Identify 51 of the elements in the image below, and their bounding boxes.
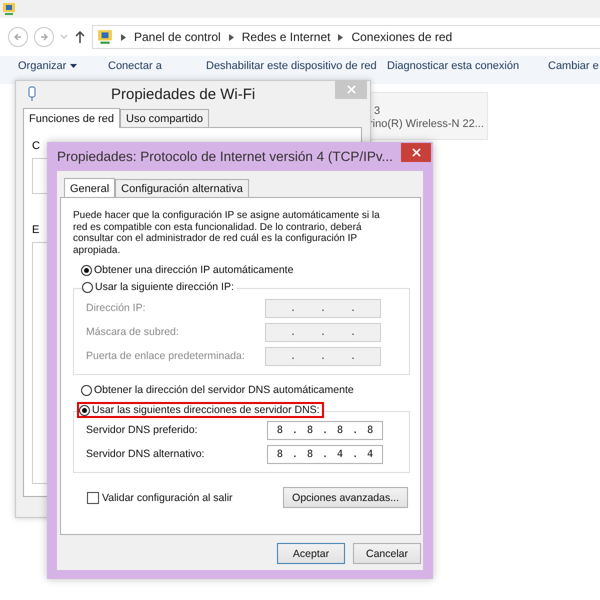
ip-address-field[interactable]: 8 . 8 . 4 . 4 — [267, 444, 383, 464]
close-icon — [412, 148, 420, 157]
toolbar-button[interactable]: Deshabilitar este dispositivo de red — [206, 60, 377, 72]
dropdown-caret-icon[interactable] — [60, 34, 68, 40]
radio-button[interactable]: Obtener una dirección IP automáticamente — [81, 264, 296, 276]
ok-button[interactable]: Aceptar — [277, 543, 345, 564]
toolbar-button[interactable]: Conectar a — [108, 60, 162, 72]
left-arrow-icon — [13, 32, 23, 42]
cancel-button[interactable]: Cancelar — [353, 543, 421, 564]
tab[interactable]: General — [64, 178, 116, 198]
chevron-icon — [338, 34, 344, 40]
tab[interactable]: Uso compartido — [120, 109, 210, 128]
radio-button[interactable]: Usar la siguiente dirección IP: — [82, 281, 236, 293]
toolbar-button[interactable]: Diagnosticar esta conexión — [387, 60, 520, 72]
breadcrumb-item[interactable]: Redes e Internet — [242, 30, 330, 44]
radio-button[interactable]: Usar las siguientes direcciones de servidor DNS: — [79, 404, 322, 416]
close-icon — [346, 85, 356, 94]
dropdown-caret-icon — [70, 64, 78, 68]
right-arrow-icon — [39, 32, 49, 42]
tab[interactable]: Configuración alternativa — [115, 179, 249, 198]
address-bar[interactable]: Panel de control Redes e Internet Conexiones de red — [92, 25, 600, 49]
section-label: E — [32, 224, 40, 236]
checkbox[interactable]: Validar configuración al salir — [87, 492, 233, 504]
breadcrumb-item[interactable]: Conexiones de red — [351, 30, 452, 44]
back-button[interactable] — [8, 27, 28, 47]
description-text: Puede hacer que la configuración IP se asigne automáticamente si la red es compatible con esta funcionalidad. De lo contrario, deberá consultar con el administrador de red cuál es la configuración IP apropiada. — [73, 210, 380, 256]
up-arrow-icon[interactable] — [74, 30, 86, 44]
close-button[interactable] — [401, 143, 431, 162]
breadcrumb-item[interactable]: Panel de control — [134, 30, 221, 44]
field-label: Servidor DNS alternativo: — [86, 448, 204, 460]
ip-address-field[interactable]: 8 . 8 . 8 . 8 — [267, 420, 383, 440]
network-adapter-icon — [28, 86, 36, 102]
field-label: Servidor DNS preferido: — [86, 424, 198, 436]
field-label: Dirección IP: — [86, 302, 146, 314]
network-folder-icon — [2, 2, 16, 16]
chevron-icon — [228, 34, 234, 40]
connection-name: 3 — [373, 105, 382, 117]
toolbar-button[interactable]: Cambiar e — [548, 60, 599, 72]
radio-button[interactable]: Obtener la dirección del servidor DNS automáticamente — [81, 384, 356, 396]
field-label: Máscara de subred: — [86, 326, 179, 338]
section-label: C — [32, 140, 40, 152]
field-label: Puerta de enlace predeterminada: — [86, 350, 245, 362]
window-title: Propiedades: Protocolo de Internet versión 4 (TCP/IPv... — [57, 149, 393, 164]
advanced-options-button[interactable]: Opciones avanzadas... — [283, 487, 408, 508]
tab[interactable]: Funciones de red — [23, 108, 120, 128]
chevron-icon — [121, 34, 126, 40]
network-folder-icon — [97, 29, 113, 45]
window-title: Propiedades de Wi-Fi — [111, 86, 256, 102]
toolbar-button[interactable]: Organizar — [18, 60, 78, 72]
forward-button[interactable] — [34, 27, 54, 47]
adapter-name: rino(R) Wireless-N 22... — [369, 118, 485, 130]
